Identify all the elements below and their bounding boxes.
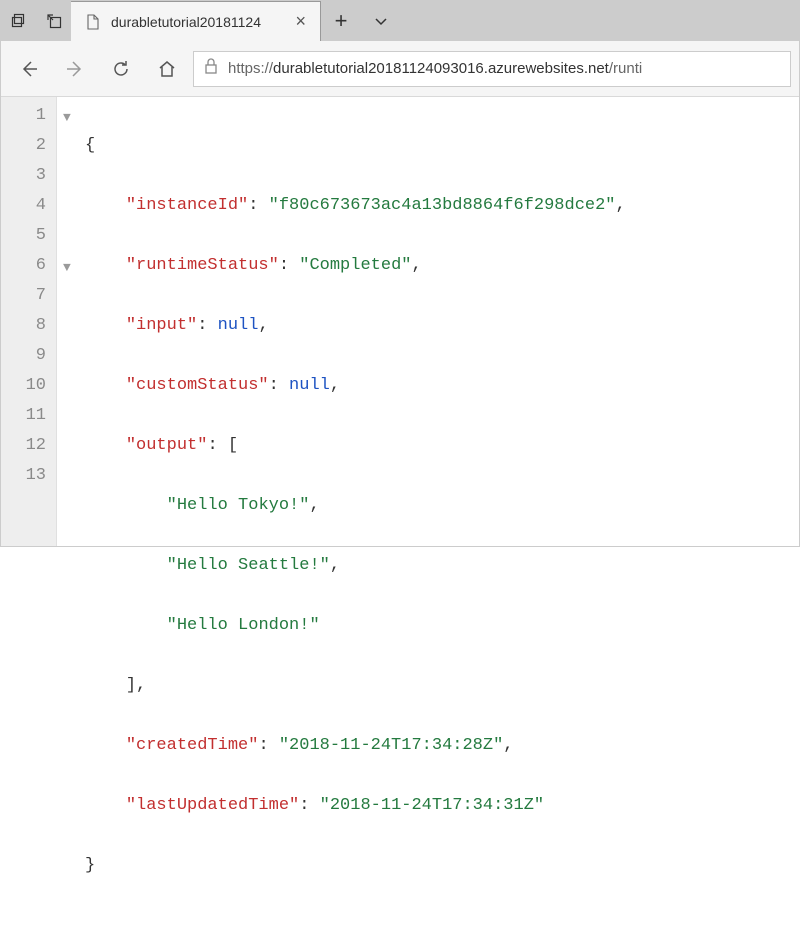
json-viewer: 1 2 3 4 5 6 7 8 9 10 11 12 13 ▼ ▼ { "ins…: [1, 97, 799, 546]
file-icon: [85, 14, 101, 30]
url-path: /runti: [609, 60, 642, 77]
line-number: 8: [1, 311, 46, 341]
home-button[interactable]: [147, 49, 187, 89]
line-number: 2: [1, 131, 46, 161]
json-string: "f80c673673ac4a13bd8864f6f298dce2": [269, 196, 616, 215]
json-key: "instanceId": [126, 196, 248, 215]
json-key: "runtimeStatus": [126, 256, 279, 275]
window-setaside-icon[interactable]: [36, 1, 71, 41]
forward-button[interactable]: [55, 49, 95, 89]
json-string: "Hello Seattle!": [167, 556, 330, 575]
json-string: "2018-11-24T17:34:31Z": [320, 796, 544, 815]
line-number: 13: [1, 461, 46, 491]
json-string: "Hello London!": [167, 616, 320, 635]
line-number: 4: [1, 191, 46, 221]
line-number: 5: [1, 221, 46, 251]
json-string: "Hello Tokyo!": [167, 496, 310, 515]
fold-toggle-icon[interactable]: ▼: [63, 253, 71, 283]
url-text: https://durabletutorial20181124093016.az…: [228, 60, 642, 77]
json-null: null: [218, 316, 259, 335]
fold-column: ▼ ▼: [57, 97, 85, 546]
json-string: "Completed": [299, 256, 411, 275]
line-number: 12: [1, 431, 46, 461]
tab-title: durabletutorial20181124: [111, 14, 281, 30]
json-key: "customStatus": [126, 376, 269, 395]
json-string: "2018-11-24T17:34:28Z": [279, 736, 503, 755]
navbar: https://durabletutorial20181124093016.az…: [1, 41, 799, 97]
browser-tab[interactable]: durabletutorial20181124 ×: [71, 1, 321, 41]
line-number: 10: [1, 371, 46, 401]
line-number-gutter: 1 2 3 4 5 6 7 8 9 10 11 12 13: [1, 97, 57, 546]
back-button[interactable]: [9, 49, 49, 89]
lock-icon: [204, 58, 218, 79]
refresh-button[interactable]: [101, 49, 141, 89]
new-tab-button[interactable]: +: [321, 1, 361, 41]
code-content[interactable]: { "instanceId": "f80c673673ac4a13bd8864f…: [85, 97, 799, 546]
json-key: "createdTime": [126, 736, 259, 755]
json-null: null: [289, 376, 330, 395]
line-number: 3: [1, 161, 46, 191]
line-number: 6: [1, 251, 46, 281]
line-number: 9: [1, 341, 46, 371]
titlebar: durabletutorial20181124 × +: [1, 1, 799, 41]
url-host: durabletutorial20181124093016.azurewebsi…: [273, 60, 609, 77]
fold-toggle-icon[interactable]: ▼: [63, 103, 71, 133]
line-number: 11: [1, 401, 46, 431]
json-key: "output": [126, 436, 208, 455]
window-duplicate-icon[interactable]: [1, 1, 36, 41]
line-number: 7: [1, 281, 46, 311]
json-key: "input": [126, 316, 197, 335]
address-bar[interactable]: https://durabletutorial20181124093016.az…: [193, 51, 791, 87]
url-scheme: https://: [228, 60, 273, 77]
line-number: 1: [1, 101, 46, 131]
tab-close-icon[interactable]: ×: [291, 11, 310, 32]
tabs-dropdown-icon[interactable]: [361, 1, 401, 41]
json-key: "lastUpdatedTime": [126, 796, 299, 815]
